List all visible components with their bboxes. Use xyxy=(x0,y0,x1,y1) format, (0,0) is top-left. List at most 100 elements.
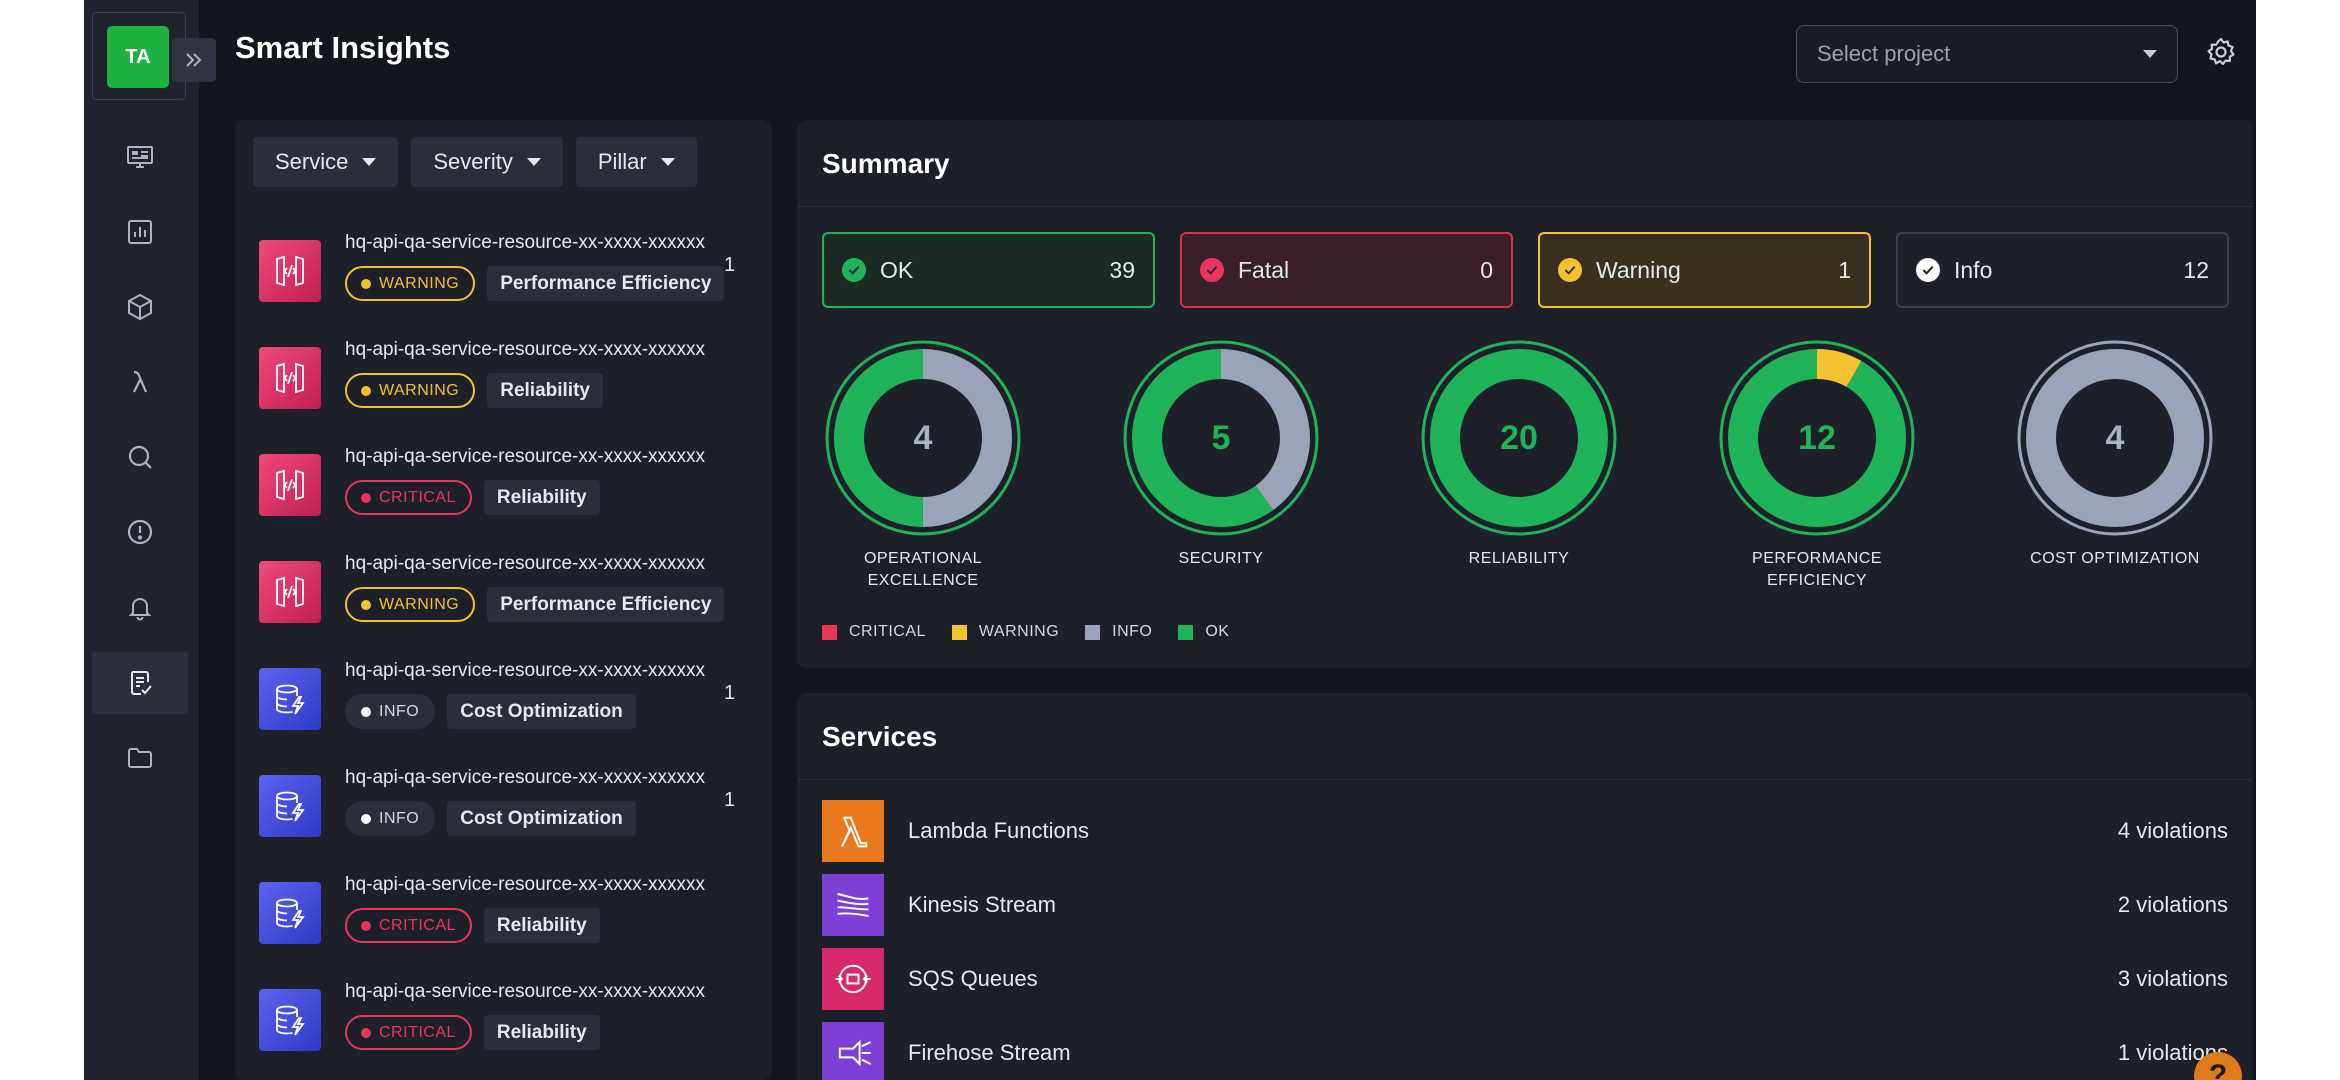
api-gateway-icon xyxy=(259,347,321,409)
filter-severity[interactable]: Severity xyxy=(411,137,563,187)
severity-dot xyxy=(361,278,371,289)
pillar-donut[interactable]: 5 SECURITY xyxy=(1106,340,1336,580)
filter-pillar-label: Pillar xyxy=(597,149,647,174)
stat-card-fatal[interactable]: Fatal 0 xyxy=(1180,232,1513,308)
finding-resource-name: hq-api-qa-service-resource-xx-xxxx-xxxxx… xyxy=(345,339,706,360)
stat-card-info[interactable]: Info 12 xyxy=(1896,232,2229,308)
finding-resource-name: hq-api-qa-service-resource-xx-xxxx-xxxxx… xyxy=(345,232,706,253)
sidebar-item-lambda[interactable] xyxy=(92,351,188,413)
stat-label: Warning xyxy=(1596,256,1681,283)
pillar-donut[interactable]: 4 OPERATIONAL EXCELLENCE xyxy=(808,340,1038,589)
severity-label: INFO xyxy=(379,809,420,827)
sidebar-item-search[interactable] xyxy=(92,426,188,488)
severity-badge: CRITICAL xyxy=(345,480,472,515)
finding-item[interactable]: hq-api-qa-service-resource-xx-xxxx-xxxxx… xyxy=(259,442,759,542)
donut-label-line: OPERATIONAL xyxy=(863,550,983,567)
pillar-donut[interactable]: 4 COST OPTIMIZATION xyxy=(2000,340,2230,580)
filter-severity-label: Severity xyxy=(433,149,513,174)
findings-panel: Service Severity Pillar hq-api-qa-servic… xyxy=(235,120,772,1080)
severity-badge: WARNING xyxy=(345,587,476,622)
sidebar-item-resources[interactable] xyxy=(92,276,188,338)
stat-label: OK xyxy=(880,256,914,283)
folder-icon xyxy=(128,748,152,768)
pillar-tag: Cost Optimization xyxy=(447,801,636,836)
stat-card-ok[interactable]: OK 39 xyxy=(822,232,1155,308)
finding-resource-name: hq-api-qa-service-resource-xx-xxxx-xxxxx… xyxy=(345,981,706,1002)
severity-badge: WARNING xyxy=(345,266,476,301)
filter-pillar[interactable]: Pillar xyxy=(575,137,697,187)
finding-item[interactable]: hq-api-qa-service-resource-xx-xxxx-xxxxx… xyxy=(259,870,759,970)
service-name: Kinesis Stream xyxy=(908,892,1056,917)
chart-legend: CRITICAL WARNING INFO OK xyxy=(822,623,1229,641)
finding-item[interactable]: hq-api-qa-service-resource-xx-xxxx-xxxxx… xyxy=(259,977,759,1077)
stat-value: 12 xyxy=(2183,256,2209,283)
legend-swatch xyxy=(1085,624,1101,640)
service-name: Firehose Stream xyxy=(908,1040,1071,1065)
settings-button[interactable] xyxy=(2205,36,2237,68)
page-title: Smart Insights xyxy=(235,30,451,65)
severity-badge: CRITICAL xyxy=(345,1015,472,1050)
filters-bar: Service Severity Pillar xyxy=(253,137,697,187)
finding-badges: WARNING Performance Efficiency xyxy=(345,266,725,301)
check-circle-icon xyxy=(1200,258,1224,282)
service-row[interactable]: SQS Queues 3 violations xyxy=(822,948,2228,1010)
chevron-down-icon xyxy=(362,158,377,166)
sidebar-item-dashboard[interactable] xyxy=(92,126,188,188)
finding-resource-name: hq-api-qa-service-resource-xx-xxxx-xxxxx… xyxy=(345,446,706,467)
sidebar-item-analytics[interactable] xyxy=(92,201,188,263)
legend-label: WARNING xyxy=(978,623,1060,640)
legend-item: WARNING xyxy=(951,623,1060,641)
finding-item[interactable]: hq-api-qa-service-resource-xx-xxxx-xxxxx… xyxy=(259,763,759,863)
service-row[interactable]: Lambda Functions 4 violations xyxy=(822,800,2228,862)
service-row[interactable]: Firehose Stream 1 violations xyxy=(822,1022,2228,1080)
sidebar: TA xyxy=(84,0,216,1080)
expand-sidebar-button[interactable] xyxy=(172,38,216,82)
donut-value: 4 xyxy=(2105,418,2125,457)
summary-divider xyxy=(797,206,2253,207)
lambda-icon xyxy=(133,370,148,393)
severity-label: INFO xyxy=(379,702,420,720)
stat-value: 1 xyxy=(1838,256,1851,283)
chart-icon xyxy=(128,220,152,244)
pillar-tag: Performance Efficiency xyxy=(487,266,725,301)
app-window: TA Smart Insights Select project Service… xyxy=(84,0,2256,1080)
chevrons-right-icon xyxy=(186,53,202,67)
service-row[interactable]: Kinesis Stream 2 violations xyxy=(822,874,2228,936)
stat-card-warn[interactable]: Warning 1 xyxy=(1538,232,1871,308)
sidebar-item-files[interactable] xyxy=(92,727,188,789)
severity-badge: WARNING xyxy=(345,373,476,408)
finding-item[interactable]: hq-api-qa-service-resource-xx-xxxx-xxxxx… xyxy=(259,549,759,649)
pillar-donut[interactable]: 20 RELIABILITY xyxy=(1404,340,1634,580)
filter-service-label: Service xyxy=(275,149,349,174)
finding-item[interactable]: hq-api-qa-service-resource-xx-xxxx-xxxxx… xyxy=(259,335,759,435)
pillar-tag: Reliability xyxy=(483,1015,600,1050)
donut-label: COST OPTIMIZATION xyxy=(2000,548,2230,570)
finding-item[interactable]: hq-api-qa-service-resource-xx-xxxx-xxxxx… xyxy=(259,228,759,328)
severity-label: CRITICAL xyxy=(379,1023,456,1041)
finding-item[interactable]: hq-api-qa-service-resource-xx-xxxx-xxxxx… xyxy=(259,656,759,756)
dynamodb-icon xyxy=(259,989,321,1051)
legend-item: INFO xyxy=(1085,623,1152,641)
sidebar-item-alerts[interactable] xyxy=(92,501,188,563)
finding-badges: WARNING Performance Efficiency xyxy=(345,587,725,622)
stat-value: 39 xyxy=(1109,256,1135,283)
pillar-donut[interactable]: 12 PERFORMANCE EFFICIENCY xyxy=(1702,340,1932,589)
checklist-icon xyxy=(131,671,152,695)
pillar-tag: Reliability xyxy=(487,373,603,408)
project-select[interactable]: Select project xyxy=(1796,25,2178,83)
donut-value: 4 xyxy=(913,418,933,457)
donut-label: RELIABILITY xyxy=(1404,548,1634,570)
pillar-tag: Cost Optimization xyxy=(447,694,636,729)
api-gateway-icon xyxy=(259,454,321,516)
finding-count: 1 xyxy=(724,254,736,276)
user-avatar[interactable]: TA xyxy=(107,26,169,88)
legend-swatch xyxy=(822,624,837,640)
package-icon xyxy=(128,293,152,321)
sidebar-item-notifications[interactable] xyxy=(92,576,188,638)
api-gateway-icon xyxy=(259,240,321,302)
sidebar-item-smart-insights[interactable] xyxy=(92,652,188,714)
service-name: Lambda Functions xyxy=(908,818,1089,843)
donut-label-line: SECURITY xyxy=(1178,550,1264,567)
filter-service[interactable]: Service xyxy=(253,137,399,187)
donut-label: SECURITY xyxy=(1106,548,1336,570)
